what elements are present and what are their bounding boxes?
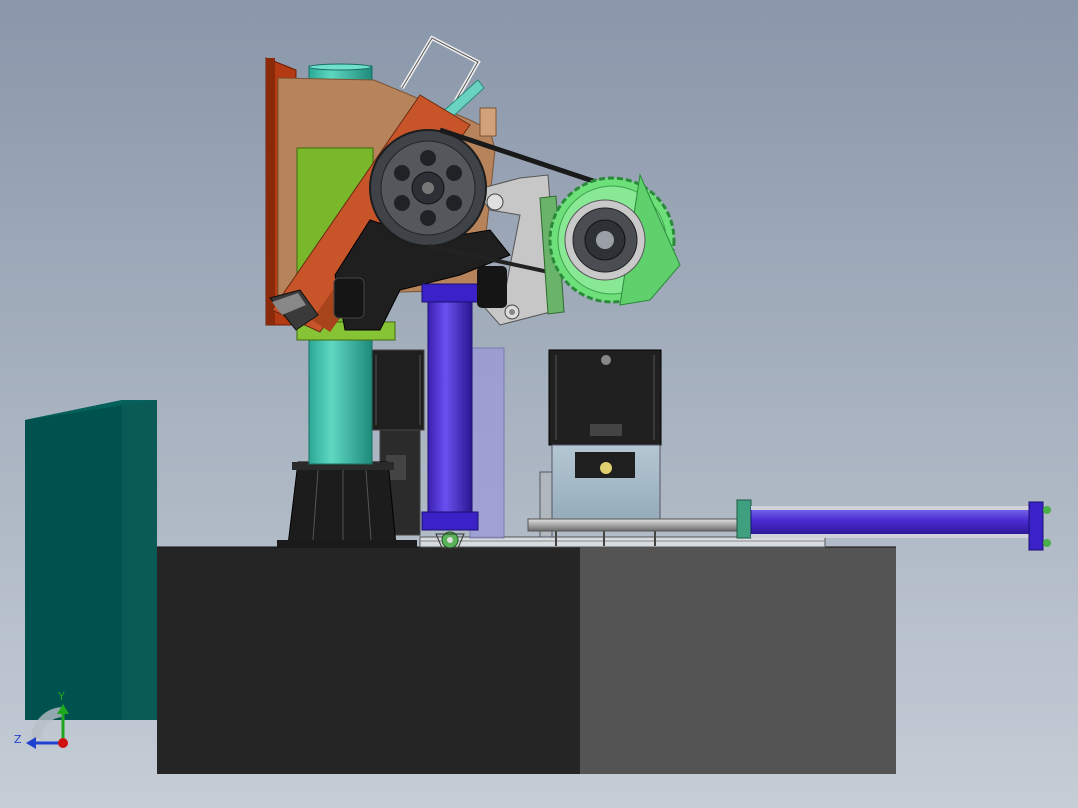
- cad-viewport[interactable]: Y Z: [0, 0, 1078, 808]
- drive-pulley[interactable]: [369, 129, 487, 247]
- right-servo-motor[interactable]: [548, 349, 662, 446]
- y-axis-label: Y: [57, 690, 65, 703]
- z-axis-label: Z: [14, 733, 22, 746]
- machine-base[interactable]: [157, 546, 896, 774]
- transparent-guard[interactable]: [469, 347, 505, 539]
- x-axis-dot: [58, 738, 68, 748]
- vertical-air-cylinder[interactable]: [421, 283, 479, 549]
- side-cabinet[interactable]: [25, 400, 157, 720]
